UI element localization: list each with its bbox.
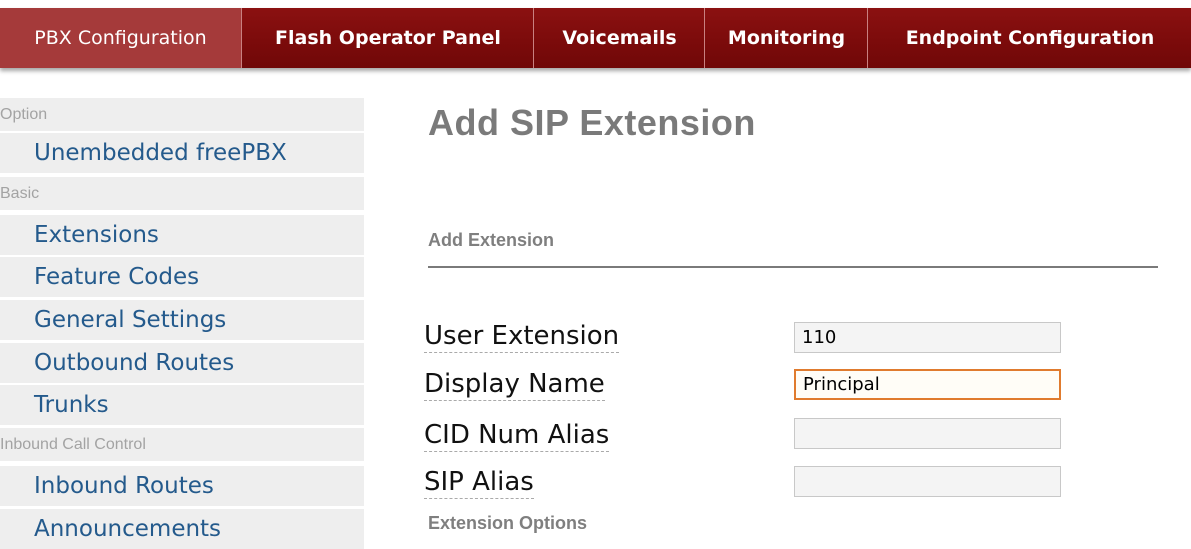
tab-label: Voicemails [562, 27, 677, 49]
section-heading-add-extension: Add Extension [428, 230, 555, 250]
section-heading-extension-options: Extension Options [428, 513, 588, 533]
section-divider [428, 266, 1158, 268]
cid-num-alias-input[interactable] [794, 418, 1061, 449]
sidebar-category-inbound-call-control: Inbound Call Control [0, 428, 364, 461]
sidebar-item-announcements[interactable]: Announcements [0, 509, 364, 549]
sidebar-category-option: Option [0, 98, 364, 131]
tab-endpoint-configuration[interactable]: Endpoint Configuration [869, 8, 1191, 68]
tab-monitoring[interactable]: Monitoring [706, 8, 868, 68]
tab-label: PBX Configuration [34, 27, 207, 49]
sidebar-item-feature-codes[interactable]: Feature Codes [0, 257, 364, 297]
cid-num-alias-label: CID Num Alias [424, 420, 610, 452]
display-name-label: Display Name [424, 369, 605, 401]
tab-label: Endpoint Configuration [905, 27, 1155, 49]
tab-label: Monitoring [727, 27, 846, 49]
tab-label: Flash Operator Panel [275, 27, 501, 49]
top-navigation: PBX Configuration Flash Operator Panel V… [0, 0, 1191, 76]
sidebar-item-extensions[interactable]: Extensions [0, 215, 364, 255]
user-extension-input[interactable] [794, 322, 1061, 353]
sidebar-item-outbound-routes[interactable]: Outbound Routes [0, 343, 364, 383]
sip-alias-input[interactable] [794, 466, 1061, 497]
sidebar-item-general-settings[interactable]: General Settings [0, 300, 364, 340]
sip-alias-label: SIP Alias [424, 467, 534, 499]
page-title: Add SIP Extension [428, 102, 756, 143]
display-name-input[interactable] [794, 369, 1061, 400]
sidebar-category-basic: Basic [0, 177, 364, 210]
user-extension-label: User Extension [424, 321, 620, 353]
tab-voicemails[interactable]: Voicemails [535, 8, 705, 68]
sidebar-item-unembedded-freepbx[interactable]: Unembedded freePBX [0, 133, 364, 173]
sidebar-item-inbound-routes[interactable]: Inbound Routes [0, 466, 364, 506]
nav-bar: PBX Configuration Flash Operator Panel V… [0, 8, 1191, 68]
tab-pbx-configuration[interactable]: PBX Configuration [0, 8, 242, 68]
tab-flash-operator-panel[interactable]: Flash Operator Panel [243, 8, 534, 68]
sidebar-item-trunks[interactable]: Trunks [0, 385, 364, 425]
